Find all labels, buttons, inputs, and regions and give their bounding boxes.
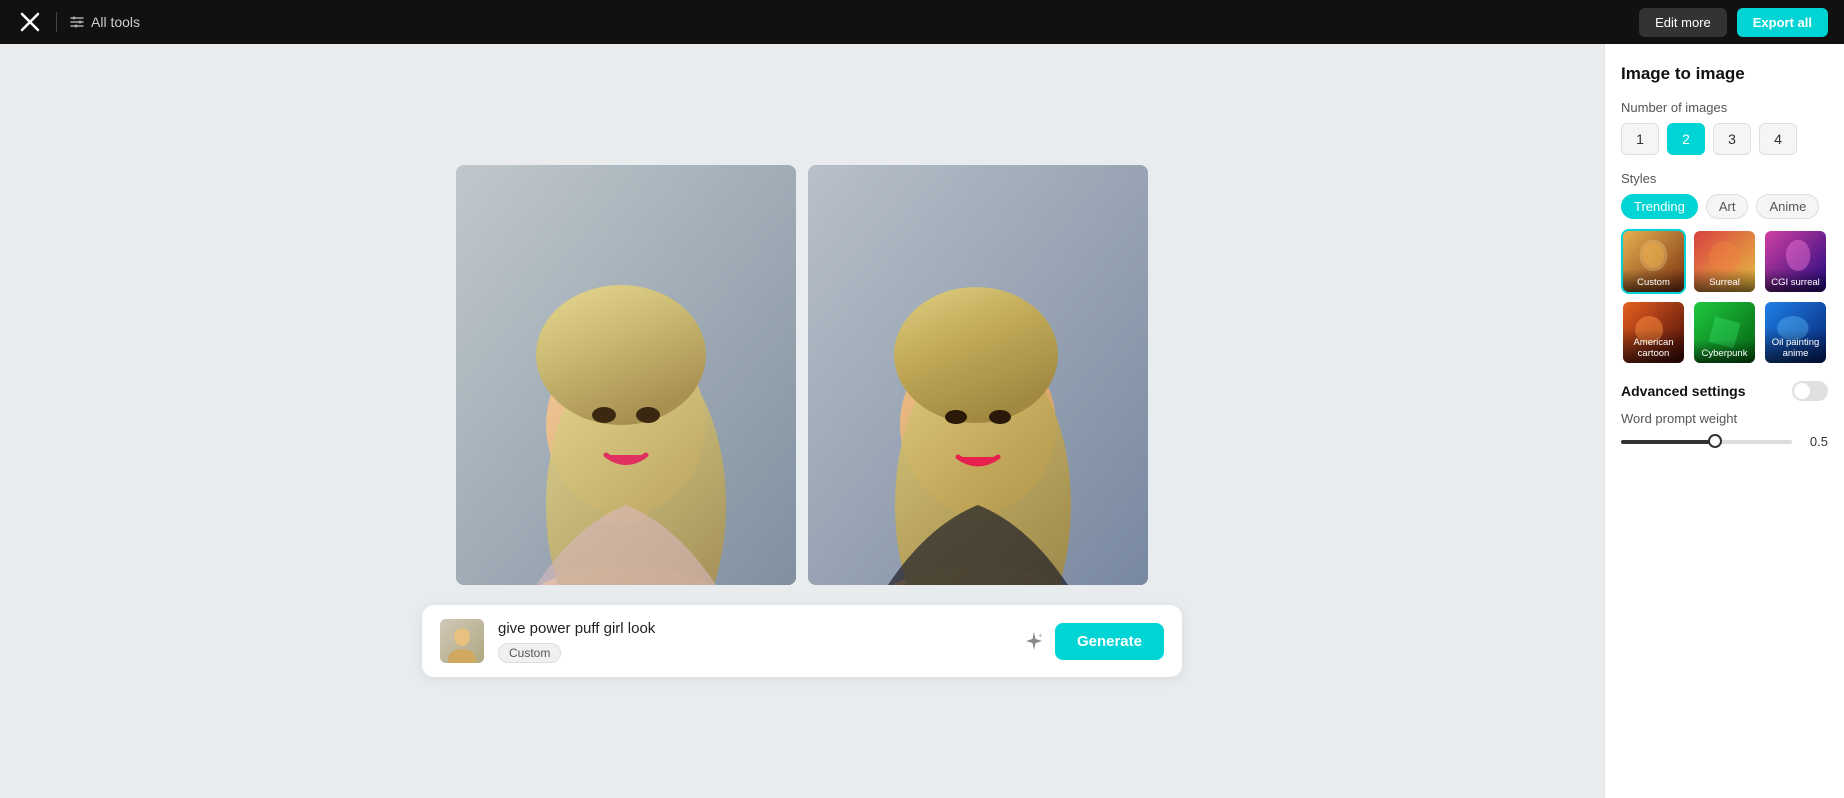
style-card-cgi-surreal[interactable]: CGI surreal — [1763, 229, 1828, 294]
portrait-svg-1 — [456, 165, 796, 585]
style-card-american-cartoon[interactable]: American cartoon — [1621, 300, 1686, 365]
num-images-label: Number of images — [1621, 100, 1828, 115]
main-layout: give power puff girl look Custom Generat… — [0, 44, 1844, 798]
styles-label: Styles — [1621, 171, 1828, 186]
portrait-1 — [456, 165, 796, 585]
canvas-area: give power puff girl look Custom Generat… — [0, 44, 1604, 798]
sparkle-icon — [1023, 630, 1045, 652]
word-prompt-weight-container: Word prompt weight 0.5 — [1621, 411, 1828, 449]
weight-slider-fill — [1621, 440, 1715, 444]
generated-image-2 — [808, 165, 1148, 585]
weight-value: 0.5 — [1800, 434, 1828, 449]
weight-slider-knob[interactable] — [1708, 434, 1722, 448]
navbar-divider — [56, 12, 57, 32]
style-card-cgi-surreal-label: CGI surreal — [1765, 269, 1826, 292]
prompt-content: give power puff girl look Custom — [498, 620, 1009, 663]
style-grid: Custom Surreal — [1621, 229, 1828, 365]
style-card-surreal[interactable]: Surreal — [1692, 229, 1757, 294]
styles-section: Styles Trending Art Anime — [1621, 171, 1828, 365]
weight-row: 0.5 — [1621, 434, 1828, 449]
advanced-settings-header: Advanced settings — [1621, 381, 1828, 401]
style-tab-trending[interactable]: Trending — [1621, 194, 1698, 219]
num-btn-3[interactable]: 3 — [1713, 123, 1751, 155]
generate-button[interactable]: Generate — [1055, 623, 1164, 660]
navbar-left: All tools — [16, 8, 140, 36]
advanced-settings-toggle[interactable] — [1792, 381, 1828, 401]
prompt-text: give power puff girl look — [498, 620, 1009, 637]
style-tab-anime[interactable]: Anime — [1756, 194, 1819, 219]
style-tabs: Trending Art Anime — [1621, 194, 1828, 219]
navbar: All tools Edit more Export all — [0, 0, 1844, 44]
right-sidebar: Image to image Number of images 1 2 3 4 … — [1604, 44, 1844, 798]
images-row — [456, 165, 1148, 585]
all-tools-nav[interactable]: All tools — [69, 14, 140, 30]
navbar-right: Edit more Export all — [1639, 8, 1828, 37]
thumbnail-image — [440, 619, 484, 663]
portrait-svg-2 — [808, 165, 1148, 585]
style-card-oil-painting-anime-label: Oil painting anime — [1765, 329, 1826, 363]
style-card-surreal-label: Surreal — [1694, 269, 1755, 292]
all-tools-label: All tools — [91, 14, 140, 30]
advanced-settings-section: Advanced settings Word prompt weight 0.5 — [1621, 381, 1828, 449]
prompt-actions: Generate — [1023, 623, 1164, 660]
style-card-cyberpunk-label: Cyberpunk — [1694, 340, 1755, 363]
sparkle-button[interactable] — [1023, 630, 1045, 652]
word-prompt-weight-label: Word prompt weight — [1621, 411, 1828, 426]
num-btn-4[interactable]: 4 — [1759, 123, 1797, 155]
style-card-custom-label: Custom — [1623, 269, 1684, 292]
style-card-custom[interactable]: Custom — [1621, 229, 1686, 294]
brand-logo[interactable] — [16, 8, 44, 36]
prompt-badge[interactable]: Custom — [498, 643, 561, 663]
style-tab-art[interactable]: Art — [1706, 194, 1749, 219]
style-card-oil-painting-anime[interactable]: Oil painting anime — [1763, 300, 1828, 365]
export-all-button[interactable]: Export all — [1737, 8, 1828, 37]
num-btn-1[interactable]: 1 — [1621, 123, 1659, 155]
sidebar-title: Image to image — [1621, 64, 1828, 84]
weight-slider[interactable] — [1621, 440, 1792, 444]
edit-more-button[interactable]: Edit more — [1639, 8, 1727, 37]
generated-image-1 — [456, 165, 796, 585]
num-images-row: 1 2 3 4 — [1621, 123, 1828, 155]
prompt-bar: give power puff girl look Custom Generat… — [422, 605, 1182, 677]
advanced-settings-title: Advanced settings — [1621, 383, 1745, 399]
tools-icon — [69, 14, 85, 30]
num-btn-2[interactable]: 2 — [1667, 123, 1705, 155]
prompt-thumbnail — [440, 619, 484, 663]
num-images-section: Number of images 1 2 3 4 — [1621, 100, 1828, 155]
style-card-cyberpunk[interactable]: Cyberpunk — [1692, 300, 1757, 365]
portrait-2 — [808, 165, 1148, 585]
style-card-american-cartoon-label: American cartoon — [1623, 329, 1684, 363]
